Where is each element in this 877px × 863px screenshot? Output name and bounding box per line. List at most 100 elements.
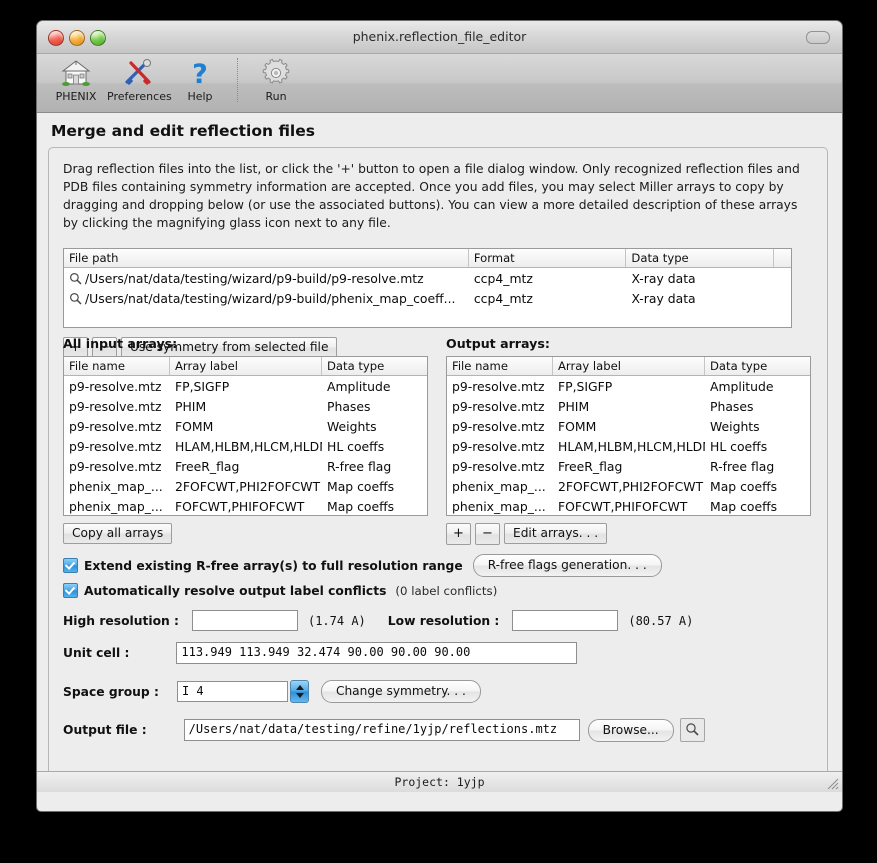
application-window: phenix.reflection_file_editor PHENIX <box>36 20 843 812</box>
toolbar-item-preferences[interactable]: Preferences <box>107 54 169 103</box>
house-icon <box>45 57 107 89</box>
resolve-conflicts-checkbox[interactable] <box>63 583 78 598</box>
table-row[interactable]: /Users/nat/data/testing/wizard/p9-build/… <box>64 288 791 308</box>
column-header-extra[interactable] <box>774 249 791 267</box>
table-row[interactable]: p9-resolve.mtz FP,SIGFP Amplitude <box>64 376 427 396</box>
table-row[interactable]: /Users/nat/data/testing/wizard/p9-build/… <box>64 268 791 288</box>
gear-icon <box>245 57 307 89</box>
file-list-table[interactable]: File path Format Data type /Users/nat/da… <box>63 248 792 328</box>
table-row[interactable]: p9-resolve.mtz FreeR_flag R-free flag <box>64 456 427 476</box>
toolbar-label-help: Help <box>169 90 231 103</box>
question-mark-icon: ? <box>169 57 231 89</box>
toolbar-label-phenix: PHENIX <box>45 90 107 103</box>
table-row[interactable]: p9-resolve.mtz HLAM,HLBM,HLCM,HLDM HL co… <box>447 436 810 456</box>
page-title: Merge and edit reflection files <box>37 113 842 147</box>
output-arrays-table[interactable]: File name Array label Data type p9-resol… <box>446 356 811 516</box>
low-resolution-input[interactable] <box>512 610 618 631</box>
file-format-text: ccp4_mtz <box>469 271 627 286</box>
column-header-file-path[interactable]: File path <box>64 249 469 267</box>
panel-description: Drag reflection files into the list, or … <box>49 148 827 232</box>
table-row[interactable]: p9-resolve.mtz HLAM,HLBM,HLCM,HLDM HL co… <box>64 436 427 456</box>
table-row[interactable]: p9-resolve.mtz PHIM Phases <box>447 396 810 416</box>
unit-cell-input[interactable]: 113.949 113.949 32.474 90.00 90.00 90.00 <box>176 642 577 664</box>
copy-all-arrays-button[interactable]: Copy all arrays <box>63 523 172 544</box>
table-row[interactable]: phenix_map_... 2FOFCWT,PHI2FOFCWT Map co… <box>447 476 810 496</box>
browse-button[interactable]: Browse... <box>588 719 674 742</box>
window-title: phenix.reflection_file_editor <box>37 29 842 44</box>
toolbar-item-phenix[interactable]: PHENIX <box>45 54 107 103</box>
add-array-button[interactable]: + <box>446 523 471 545</box>
toolbar-toggle-button[interactable] <box>806 31 830 44</box>
output-file-label: Output file : <box>63 723 147 737</box>
file-path-text: /Users/nat/data/testing/wizard/p9-build/… <box>85 271 424 286</box>
column-header-file-name[interactable]: File name <box>64 357 170 375</box>
column-header-file-name[interactable]: File name <box>447 357 553 375</box>
magnifier-icon[interactable] <box>69 272 82 285</box>
file-datatype-text: X-ray data <box>626 291 774 306</box>
column-header-format[interactable]: Format <box>469 249 627 267</box>
toolbar-label-preferences: Preferences <box>107 90 169 103</box>
output-file-magnifier-button[interactable] <box>680 718 705 742</box>
change-symmetry-button[interactable]: Change symmetry. . . <box>321 680 481 703</box>
remove-array-button[interactable]: − <box>475 523 500 545</box>
magnifier-icon <box>685 721 699 740</box>
column-header-data-type[interactable]: Data type <box>705 357 810 375</box>
output-arrays-header: File name Array label Data type <box>447 357 810 376</box>
table-row[interactable]: p9-resolve.mtz FOMM Weights <box>447 416 810 436</box>
space-group-input[interactable]: I 4 <box>177 681 288 702</box>
table-row[interactable]: p9-resolve.mtz PHIM Phases <box>64 396 427 416</box>
stepper-down-icon[interactable] <box>296 693 304 698</box>
column-header-data-type[interactable]: Data type <box>626 249 774 267</box>
rfree-flags-generation-button[interactable]: R-free flags generation. . . <box>473 554 662 577</box>
table-row[interactable]: p9-resolve.mtz FreeR_flag R-free flag <box>447 456 810 476</box>
label-conflicts-count: (0 label conflicts) <box>395 584 497 598</box>
output-arrays-label: Output arrays: <box>446 336 550 351</box>
file-path-text: /Users/nat/data/testing/wizard/p9-build/… <box>85 291 455 306</box>
column-header-array-label[interactable]: Array label <box>553 357 705 375</box>
table-row[interactable]: phenix_map_... FOFCWT,PHIFOFCWT Map coef… <box>64 496 427 516</box>
table-row[interactable]: phenix_map_... FOFCWT,PHIFOFCWT Map coef… <box>447 496 810 516</box>
extend-rfree-row: Extend existing R-free array(s) to full … <box>63 554 662 577</box>
table-row[interactable]: p9-resolve.mtz FOMM Weights <box>64 416 427 436</box>
svg-text:?: ? <box>192 59 208 88</box>
output-file-input[interactable]: /Users/nat/data/testing/refine/1yjp/refl… <box>184 719 580 741</box>
toolbar-item-run[interactable]: Run <box>245 54 307 103</box>
space-group-stepper[interactable] <box>290 680 309 703</box>
toolbar-separator <box>237 58 239 102</box>
content-area: Merge and edit reflection files Drag ref… <box>37 113 842 792</box>
status-bar: Project: 1yjp <box>37 771 842 792</box>
toolbar: PHENIX Preferences ? Help <box>37 54 842 113</box>
extend-rfree-label: Extend existing R-free array(s) to full … <box>84 559 463 573</box>
high-resolution-hint: (1.74 A) <box>308 614 366 628</box>
stepper-up-icon[interactable] <box>296 685 304 690</box>
high-resolution-label: High resolution : <box>63 614 179 628</box>
tools-icon <box>107 57 169 89</box>
space-group-row: Space group : I 4 Change symmetry. . . <box>63 680 481 703</box>
magnifier-icon[interactable] <box>69 292 82 305</box>
input-arrays-label: All input arrays: <box>63 336 177 351</box>
extend-rfree-checkbox[interactable] <box>63 558 78 573</box>
status-bar-text: Project: 1yjp <box>394 775 484 789</box>
column-header-array-label[interactable]: Array label <box>170 357 322 375</box>
table-row[interactable]: phenix_map_... 2FOFCWT,PHI2FOFCWT Map co… <box>64 476 427 496</box>
toolbar-label-run: Run <box>245 90 307 103</box>
title-bar: phenix.reflection_file_editor <box>37 21 842 54</box>
file-datatype-text: X-ray data <box>626 271 774 286</box>
copy-arrays-row: Copy all arrays <box>63 522 172 544</box>
column-header-data-type[interactable]: Data type <box>322 357 427 375</box>
space-group-label: Space group : <box>63 685 159 699</box>
table-row[interactable]: p9-resolve.mtz FP,SIGFP Amplitude <box>447 376 810 396</box>
low-resolution-label: Low resolution : <box>388 614 500 628</box>
resolve-conflicts-label: Automatically resolve output label confl… <box>84 584 386 598</box>
resize-grip-icon[interactable] <box>825 776 839 790</box>
input-arrays-table[interactable]: File name Array label Data type p9-resol… <box>63 356 428 516</box>
output-actions-row: +−Edit arrays. . . <box>446 522 611 545</box>
edit-arrays-button[interactable]: Edit arrays. . . <box>504 523 607 544</box>
unit-cell-label: Unit cell : <box>63 646 129 660</box>
high-resolution-input[interactable] <box>192 610 298 631</box>
toolbar-item-help[interactable]: ? Help <box>169 54 231 103</box>
file-format-text: ccp4_mtz <box>469 291 627 306</box>
input-arrays-header: File name Array label Data type <box>64 357 427 376</box>
unit-cell-row: Unit cell : 113.949 113.949 32.474 90.00… <box>63 642 577 664</box>
output-file-row: Output file : /Users/nat/data/testing/re… <box>63 718 705 742</box>
